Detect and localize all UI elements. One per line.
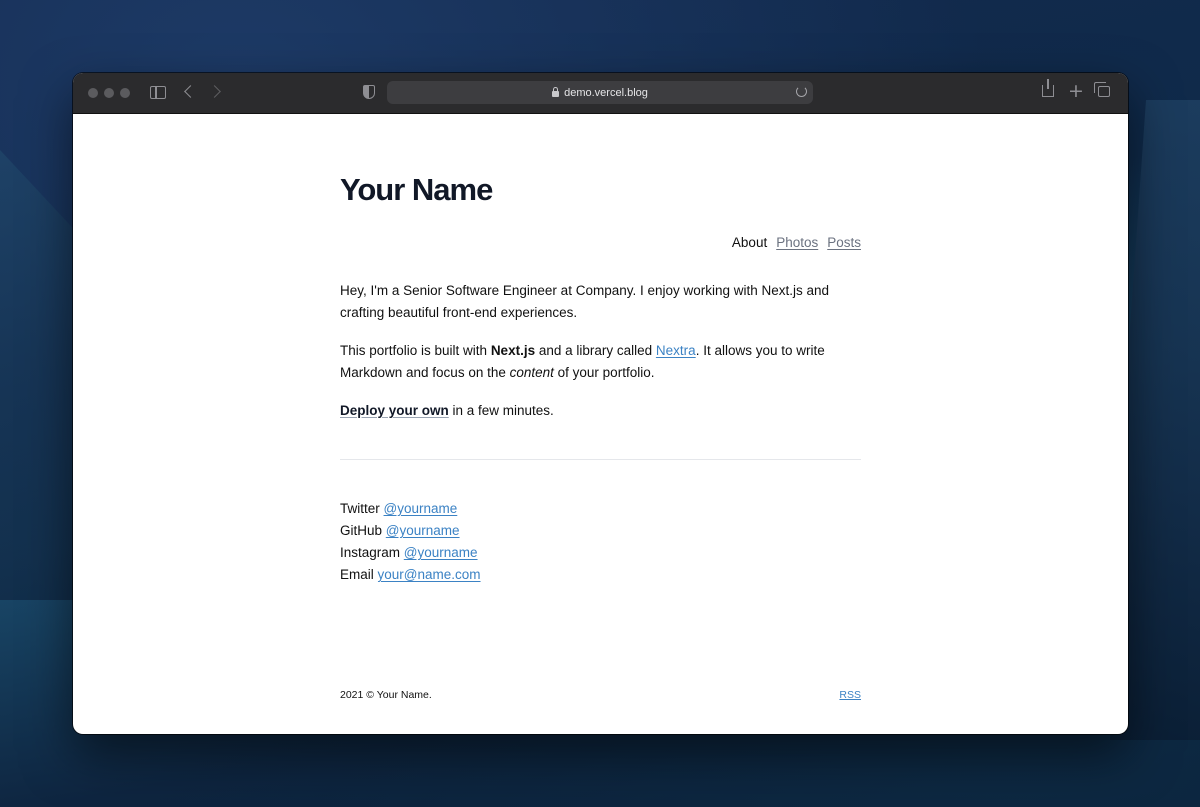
portfolio-paragraph: This portfolio is built with Next.js and… [340,340,861,384]
nextra-link[interactable]: Nextra [656,343,696,358]
zoom-window-button[interactable] [120,88,130,98]
intro-paragraph: Hey, I'm a Senior Software Engineer at C… [340,283,830,320]
close-window-button[interactable] [88,88,98,98]
contact-label: Instagram [340,545,401,560]
browser-toolbar: demo.vercel.blog + [73,73,1128,114]
footer-copyright: 2021 © Your Name. [340,689,432,701]
nav-photos[interactable]: Photos [776,235,818,250]
tab-overview-icon[interactable] [1094,82,1110,97]
content-italic: content [509,365,554,380]
contact-label: Email [340,567,374,582]
divider [340,459,861,460]
nav-posts[interactable]: Posts [827,235,861,250]
address-bar[interactable]: demo.vercel.blog [387,81,813,104]
page-content: Your Name About Photos Posts Hey, I'm a … [340,114,861,734]
deploy-paragraph: Deploy your own in a few minutes. [340,400,861,422]
contact-item-github: GitHub @yourname [340,520,481,542]
deploy-link[interactable]: Deploy your own [340,403,449,418]
contact-list: Twitter @yourname GitHub @yourname Insta… [340,498,481,586]
site-nav: About Photos Posts [732,235,861,250]
instagram-link[interactable]: @yourname [404,545,478,560]
nextjs-bold: Next.js [490,343,536,358]
sidebar-toggle-icon[interactable] [150,86,166,99]
site-title: Your Name [340,172,493,207]
portfolio-prefix: This portfolio is built with [340,343,491,358]
forward-icon[interactable] [208,85,221,98]
contact-item-instagram: Instagram @yourname [340,542,481,564]
github-link[interactable]: @yourname [386,523,460,538]
privacy-shield-icon[interactable] [363,85,375,99]
contact-label: Twitter [340,501,380,516]
window-controls [88,88,130,98]
minimize-window-button[interactable] [104,88,114,98]
contact-item-email: Email your@name.com [340,564,481,586]
twitter-link[interactable]: @yourname [384,501,458,516]
deploy-suffix: in a few minutes. [448,403,554,418]
contact-item-twitter: Twitter @yourname [340,498,481,520]
reload-icon[interactable] [796,86,807,97]
new-tab-icon[interactable]: + [1068,82,1084,101]
nav-about[interactable]: About [732,235,767,250]
browser-window: demo.vercel.blog + Your Name About Photo… [73,73,1128,734]
portfolio-suffix-2: of your portfolio. [553,365,655,380]
contact-label: GitHub [340,523,383,538]
back-icon[interactable] [184,85,197,98]
url-text: demo.vercel.blog [564,86,648,99]
email-link[interactable]: your@name.com [378,567,481,582]
rss-link[interactable]: RSS [839,689,861,701]
portfolio-middle: and a library called [535,343,656,358]
share-icon[interactable] [1042,79,1054,97]
lock-icon [552,86,560,97]
